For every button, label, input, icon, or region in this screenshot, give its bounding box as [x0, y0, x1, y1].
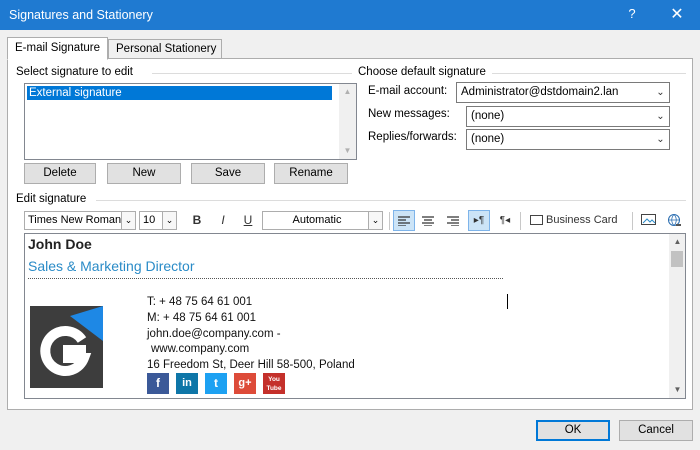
toolbar-separator — [632, 212, 633, 230]
title-bar: Signatures and Stationery ? ✕ — [0, 0, 700, 30]
company-logo — [30, 306, 103, 388]
bold-button[interactable]: B — [186, 210, 208, 231]
font-color-select[interactable]: Automatic ⌄ — [262, 211, 383, 230]
scroll-up-icon[interactable]: ▲ — [669, 234, 685, 250]
chevron-down-icon[interactable]: ⌄ — [121, 212, 135, 229]
signature-list[interactable]: External signature ▲ ▼ — [24, 83, 357, 160]
tab-personal-stationery[interactable]: Personal Stationery — [108, 39, 222, 59]
tab-panel: Select signature to edit External signat… — [7, 58, 693, 410]
align-left-button[interactable] — [393, 210, 415, 231]
help-button[interactable]: ? — [622, 6, 642, 24]
email-account-value: Administrator@dstdomain2.lan — [461, 86, 619, 98]
signature-phone: T: + 48 75 64 61 001 — [147, 296, 253, 308]
toolbar-separator — [520, 212, 521, 230]
picture-icon — [640, 214, 656, 226]
align-right-icon — [447, 216, 459, 227]
ltr-button[interactable]: ▸¶ — [468, 210, 490, 231]
new-button[interactable]: New — [107, 163, 181, 184]
font-color-value: Automatic — [292, 214, 342, 226]
insert-hyperlink-button[interactable] — [663, 210, 685, 231]
cancel-button[interactable]: Cancel — [619, 420, 693, 441]
chevron-down-icon[interactable]: ⌄ — [652, 107, 669, 126]
window-title: Signatures and Stationery — [9, 8, 153, 22]
group-divider — [492, 73, 686, 74]
align-center-icon — [422, 216, 434, 227]
toolbar-separator — [389, 212, 390, 230]
default-signature-label: Choose default signature — [358, 66, 490, 78]
email-account-select[interactable]: Administrator@dstdomain2.lan ⌄ — [456, 82, 670, 103]
scroll-down-icon[interactable]: ▼ — [669, 382, 685, 398]
signature-editor[interactable]: John Doe Sales & Marketing Director T: +… — [24, 233, 686, 399]
text-cursor — [507, 294, 508, 309]
replies-forwards-label: Replies/forwards: — [368, 131, 457, 143]
chevron-down-icon[interactable]: ⌄ — [652, 83, 669, 102]
delete-button[interactable]: Delete — [24, 163, 96, 184]
align-left-icon — [398, 216, 410, 227]
new-messages-label: New messages: — [368, 108, 450, 120]
font-name-select[interactable]: Times New Roman ⌄ — [24, 211, 136, 230]
chevron-down-icon[interactable]: ⌄ — [652, 130, 669, 149]
font-size-select[interactable]: 10 ⌄ — [139, 211, 177, 230]
signature-name: John Doe — [28, 236, 92, 252]
signature-role: Sales & Marketing Director — [28, 258, 195, 274]
linkedin-icon[interactable]: in — [176, 373, 198, 394]
email-account-label: E-mail account: — [368, 85, 448, 97]
rtl-icon: ¶◂ — [499, 215, 511, 226]
font-size-value: 10 — [143, 214, 156, 226]
ok-button[interactable]: OK — [536, 420, 610, 441]
select-signature-label: Select signature to edit — [16, 66, 137, 78]
rename-button[interactable]: Rename — [274, 163, 348, 184]
chevron-down-icon[interactable]: ⌄ — [162, 212, 176, 229]
editor-scrollbar[interactable]: ▲ ▼ — [669, 234, 685, 398]
group-divider — [96, 200, 686, 201]
format-toolbar: Times New Roman ⌄ 10 ⌄ B I U Automatic ⌄… — [24, 209, 688, 233]
business-card-icon — [530, 215, 543, 226]
chevron-down-icon[interactable]: ⌄ — [368, 212, 382, 229]
insert-picture-button[interactable] — [637, 210, 659, 231]
group-divider — [152, 73, 352, 74]
new-messages-value: (none) — [471, 110, 505, 122]
googleplus-icon[interactable]: g+ — [234, 373, 256, 394]
company-logo-icon — [40, 306, 103, 376]
replies-forwards-select[interactable]: (none) ⌄ — [466, 129, 670, 150]
signature-list-item[interactable]: External signature — [27, 86, 332, 100]
signature-mobile: M: + 48 75 64 61 001 — [147, 312, 257, 324]
ltr-icon: ▸¶ — [473, 215, 485, 226]
replies-forwards-value: (none) — [471, 133, 505, 145]
edit-signature-label: Edit signature — [16, 193, 91, 205]
scroll-thumb[interactable] — [671, 251, 683, 267]
business-card-label: Business Card — [546, 214, 618, 226]
rtl-button[interactable]: ¶◂ — [494, 210, 516, 231]
signature-email: john.doe@company.com - — [147, 328, 281, 340]
hyperlink-icon — [667, 213, 681, 226]
align-right-button[interactable] — [442, 210, 464, 231]
font-name-value: Times New Roman — [28, 214, 122, 226]
new-messages-select[interactable]: (none) ⌄ — [466, 106, 670, 127]
close-button[interactable]: ✕ — [664, 4, 690, 26]
save-button[interactable]: Save — [191, 163, 265, 184]
signature-divider — [28, 278, 503, 279]
tab-email-signature[interactable]: E-mail Signature — [7, 37, 108, 60]
twitter-icon[interactable]: t — [205, 373, 227, 394]
signature-list-scrollbar[interactable]: ▲ ▼ — [339, 84, 356, 159]
scroll-down-icon[interactable]: ▼ — [339, 143, 356, 159]
underline-button[interactable]: U — [237, 210, 259, 231]
business-card-button[interactable]: Business Card — [526, 210, 624, 231]
signature-address: 16 Freedom St, Deer Hill 58-500, Poland — [147, 359, 355, 371]
signature-website: www.company.com — [151, 343, 250, 355]
facebook-icon[interactable]: f — [147, 373, 169, 394]
scroll-up-icon[interactable]: ▲ — [339, 84, 356, 100]
italic-button[interactable]: I — [212, 210, 234, 231]
youtube-icon[interactable]: You Tube — [263, 373, 285, 394]
align-center-button[interactable] — [417, 210, 439, 231]
